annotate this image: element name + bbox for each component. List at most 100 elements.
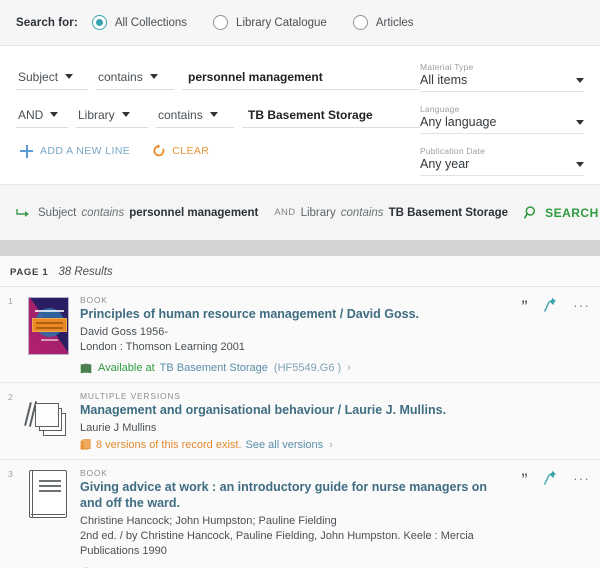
radio-all-collections[interactable]: All Collections [91, 15, 188, 30]
advanced-search-form: Subject contains personnel management AN… [0, 46, 600, 184]
results-count-label: 38 Results [58, 266, 113, 278]
add-a-new-line-button[interactable]: ADD A NEW LINE [20, 144, 131, 158]
chevron-down-icon [576, 161, 584, 167]
search-page: Search for: All Collections Library Cata… [0, 0, 600, 568]
see-all-versions-link[interactable]: See all versions [246, 439, 324, 451]
facet-publication-date-select[interactable]: Any year [420, 157, 584, 176]
form-actions: ADD A NEW LINE CLEAR [16, 144, 420, 158]
search-criteria-column: Subject contains personnel management AN… [0, 60, 420, 172]
operator-select-1[interactable]: contains [96, 68, 174, 90]
radio-all-collections-label: All Collections [114, 16, 188, 29]
radio-icon[interactable] [91, 15, 107, 30]
plus-icon [20, 144, 33, 158]
result-body: BOOK Giving advice at work : an introduc… [76, 468, 590, 568]
table-row[interactable]: 1 BOOK Principles of human resource mana… [0, 287, 600, 384]
radio-icon[interactable] [213, 15, 229, 30]
results-list: PAGE 1 38 Results 1 BOOK Principles of h… [0, 256, 600, 568]
chevron-down-icon [576, 119, 584, 125]
boolean-select-2-value: AND [18, 107, 44, 122]
result-title-link[interactable]: Giving advice at work : an introductory … [80, 480, 512, 511]
search-button[interactable]: SEARCH [524, 205, 599, 220]
boolean-select-2[interactable]: AND [16, 106, 68, 128]
facet-language-label: Language [420, 104, 460, 114]
chevron-down-icon [50, 112, 59, 117]
query-field-2: Library [300, 206, 336, 219]
result-number: 2 [8, 392, 13, 403]
results-header: PAGE 1 38 Results [0, 256, 600, 287]
result-publication: 2nd ed. / by Christine Hancock, Pauline … [80, 530, 474, 558]
query-operator-2: contains [340, 206, 384, 219]
add-a-new-line-label: ADD A NEW LINE [40, 145, 131, 157]
clear-button[interactable]: CLEAR [152, 144, 209, 158]
cite-icon[interactable]: ” [521, 298, 528, 312]
more-icon[interactable]: ··· [573, 298, 590, 312]
criteria-row-1: Subject contains personnel management [16, 60, 420, 90]
query-field-1: Subject [38, 206, 77, 219]
field-select-2[interactable]: Library [76, 106, 148, 128]
availability-status: Available at [98, 362, 155, 375]
chevron-down-icon [65, 74, 74, 79]
result-title-link[interactable]: Management and organisational behaviour … [80, 403, 512, 419]
table-row[interactable]: 2 MULTIPLE VERSIONS Management and organ… [0, 383, 600, 461]
result-thumbnail [20, 391, 76, 451]
radio-library-catalogue[interactable]: Library Catalogue [213, 15, 327, 30]
chevron-down-icon [209, 112, 218, 117]
query-value-1: personnel management [129, 206, 259, 219]
radio-icon[interactable] [352, 15, 368, 30]
reset-icon [152, 144, 166, 158]
field-select-1-value: Subject [18, 69, 59, 84]
chevron-down-icon [149, 74, 158, 79]
result-author: Christine Hancock; John Humpston; Paulin… [80, 514, 337, 527]
operator-select-2-value: contains [158, 107, 203, 122]
section-divider [0, 240, 600, 256]
table-row[interactable]: 3 BOOK Giving advice at work : an introd… [0, 460, 600, 568]
radio-articles[interactable]: Articles [352, 15, 414, 30]
search-term-input-2-value: TB Basement Storage [248, 107, 373, 122]
scope-radio-group: All Collections Library Catalogue Articl… [91, 15, 440, 30]
result-availability: Available at TB Basement Storage (HF5549… [80, 362, 512, 374]
chevron-down-icon [121, 112, 130, 117]
facet-material-type: Material Type All items [420, 62, 584, 92]
result-number: 3 [8, 469, 13, 480]
search-for-bar: Search for: All Collections Library Cata… [0, 0, 600, 46]
facet-material-type-value: All items [420, 73, 468, 87]
result-body: BOOK Principles of human resource manage… [76, 295, 590, 374]
result-body: MULTIPLE VERSIONS Management and organis… [76, 391, 590, 451]
cite-icon[interactable]: ” [521, 471, 528, 485]
operator-select-2[interactable]: contains [156, 106, 234, 128]
result-thumbnail [20, 295, 76, 374]
more-icon[interactable]: ··· [573, 471, 590, 485]
facet-language-select[interactable]: Any language [420, 115, 584, 134]
field-select-2-value: Library [78, 107, 115, 122]
facet-publication-date: Publication Date Any year [420, 146, 584, 176]
result-publication: London : Thomson Learning 2001 [80, 341, 245, 354]
radio-articles-label: Articles [375, 16, 414, 29]
chevron-right-icon[interactable]: › [347, 362, 351, 374]
operator-select-1-value: contains [98, 69, 143, 84]
availability-location-link[interactable]: TB Basement Storage [160, 362, 268, 374]
search-icon [524, 205, 539, 220]
multiple-versions-icon [24, 393, 71, 443]
versions-count-text: 8 versions of this record exist. [96, 439, 242, 452]
result-title-link[interactable]: Principles of human resource management … [80, 307, 512, 323]
result-author: David Goss 1956- [80, 325, 169, 338]
facet-publication-date-label: Publication Date [420, 146, 486, 156]
search-term-input-1-value: personnel management [188, 69, 323, 84]
search-button-label: SEARCH [545, 205, 599, 220]
result-tools: ” ··· [521, 470, 590, 486]
result-number: 1 [8, 296, 13, 306]
search-term-input-2[interactable]: TB Basement Storage [242, 106, 420, 128]
facet-material-type-select[interactable]: All items [420, 73, 584, 92]
pin-icon[interactable] [544, 297, 557, 312]
facet-material-type-label: Material Type [420, 62, 474, 72]
search-term-input-1[interactable]: personnel management [182, 68, 420, 90]
result-tools: ” ··· [521, 297, 590, 312]
pin-icon[interactable] [544, 470, 557, 486]
chevron-down-icon [576, 77, 584, 83]
query-value-2: TB Basement Storage [388, 206, 509, 219]
book-icon [29, 470, 67, 519]
result-versions: 8 versions of this record exist. See all… [80, 439, 512, 451]
result-thumbnail [20, 468, 76, 568]
chevron-right-icon[interactable]: › [329, 439, 333, 451]
field-select-1[interactable]: Subject [16, 68, 88, 90]
